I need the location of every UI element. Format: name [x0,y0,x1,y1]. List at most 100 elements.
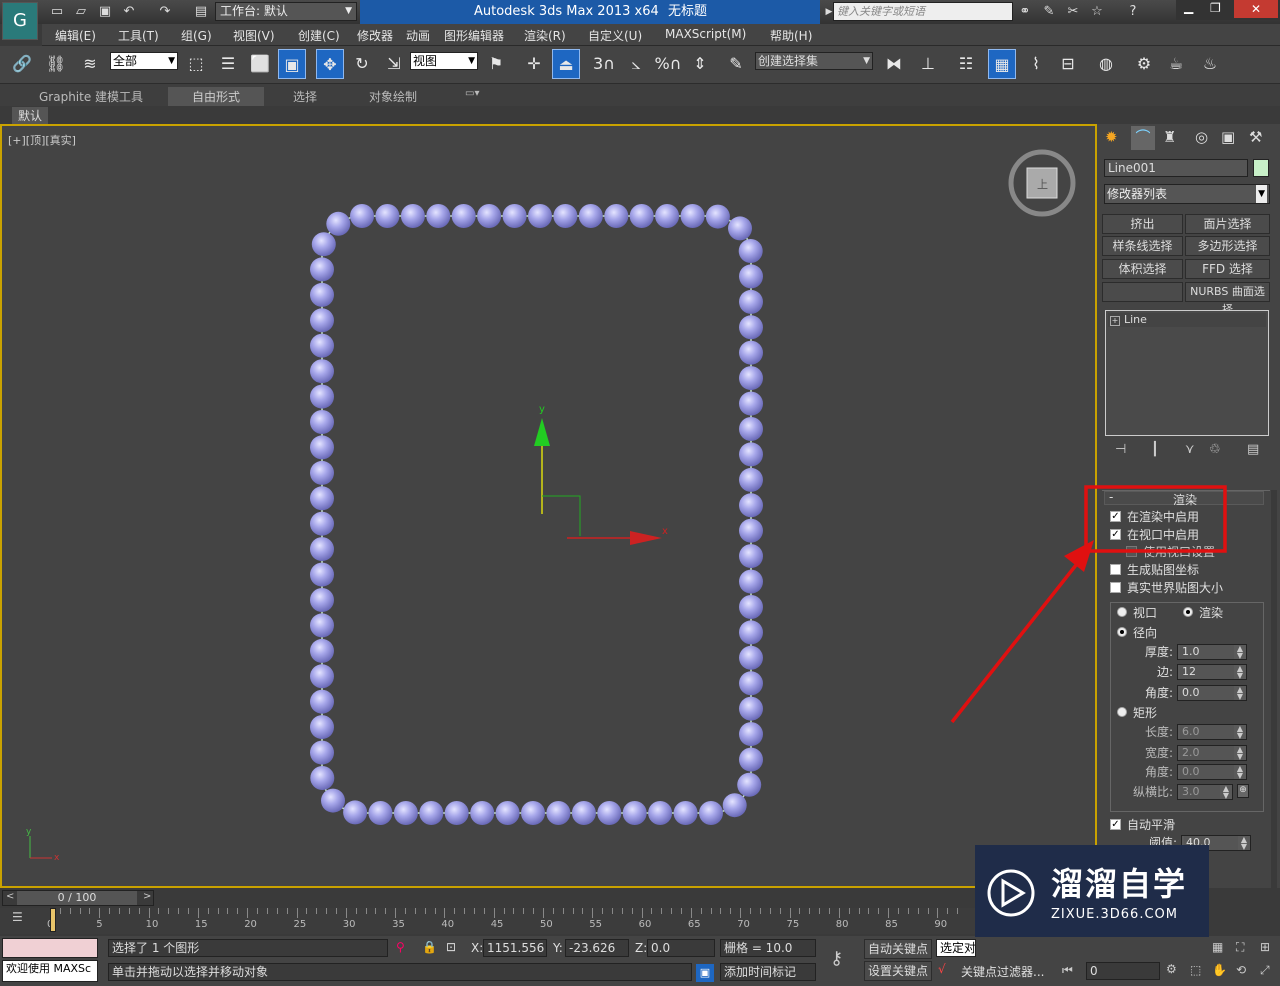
layer-manager-icon[interactable]: ☷ [952,49,980,79]
help-icon[interactable]: ? [1124,3,1142,21]
patch-select-button[interactable]: 面片选择 [1185,214,1270,234]
spinner-arrows-icon[interactable]: ▲ ▼ [1235,686,1245,701]
y-coord-field[interactable]: -23.626 [565,939,629,957]
length-value[interactable]: 6.0 [1180,725,1234,739]
current-frame-field[interactable]: 0 [1086,962,1160,980]
time-cursor[interactable] [50,908,56,932]
radio-viewport[interactable] [1117,607,1127,617]
spinner-arrows-icon[interactable]: ▲ ▼ [1235,746,1245,761]
track-bar-menu-icon[interactable]: ☰ [12,910,23,924]
menu-group[interactable]: 组(G) [181,27,212,44]
redo-icon[interactable]: ↷ [156,3,174,21]
named-selection-dropdown[interactable]: 创建选择集 ▼ [755,52,873,70]
track-bar[interactable]: ☰ 051015202530354045505560657075808590 [0,908,975,934]
pin-stack-icon[interactable]: ⊣ [1115,442,1126,457]
rendered-frame-icon[interactable]: ☕ [1162,49,1190,79]
align-icon[interactable]: ⊥ [914,49,942,79]
radio-renderer[interactable] [1183,607,1193,617]
open-file-icon[interactable]: ▱ [72,3,90,21]
width-value[interactable]: 2.0 [1180,746,1234,760]
app-logo-icon[interactable]: G [2,2,38,40]
favorites-star-icon[interactable]: ☆ [1088,3,1106,21]
subscription-icon[interactable]: ✎ [1040,3,1058,21]
manipulate-icon[interactable]: ✛ [520,49,548,79]
command-panel-scrollbar[interactable] [1271,490,1277,890]
link-icon[interactable]: 🔗 [8,49,36,79]
create-tab-icon[interactable]: ✹ [1105,128,1118,146]
percent-snap-icon[interactable]: %∩ [654,49,682,79]
pivot-center-icon[interactable]: ⚑ [482,49,510,79]
menu-graph-editors[interactable]: 图形编辑器 [444,27,504,44]
spinner-arrows-icon[interactable]: ▲ ▼ [1235,645,1245,660]
key-filter-icon[interactable]: √ [938,962,946,976]
menu-help[interactable]: 帮助(H) [770,27,812,44]
aspect-value[interactable]: 3.0 [1180,785,1220,799]
thickness-value[interactable]: 1.0 [1180,645,1234,659]
sides-spinner[interactable]: 12 ▲ ▼ [1177,664,1247,680]
top-viewport[interactable]: [+][顶][真实] y x y x 上 [0,124,1097,888]
select-object-icon[interactable]: ⬚ [182,49,210,79]
tab-object-paint[interactable]: 对象绘制 [369,88,417,105]
spinner-arrows-icon[interactable]: ▲ ▼ [1235,765,1245,780]
go-start-icon[interactable]: ⏮ [1062,963,1073,978]
zoom-icon[interactable]: ▦ [1212,940,1223,954]
material-editor-icon[interactable]: ◍ [1092,49,1120,79]
real-world-map-size-checkbox[interactable] [1110,582,1121,593]
spinner-arrows-icon[interactable]: ▲ ▼ [1235,725,1245,740]
bead-necklace[interactable] [310,204,763,825]
angle-snap-icon[interactable]: ⦣ [622,49,650,79]
expand-plus-icon[interactable]: + [1110,316,1120,326]
modifier-stack[interactable]: + Line [1105,310,1269,436]
use-viewport-settings-checkbox[interactable] [1126,546,1137,557]
undo-icon[interactable]: ↶ [120,3,138,21]
render-production-icon[interactable]: ♨ [1196,49,1224,79]
bind-spacewarp-icon[interactable]: ≋ [76,49,104,79]
angle-value[interactable]: 0.0 [1180,686,1234,700]
lock-aspect-icon[interactable]: ⊕ [1237,784,1249,798]
rollout-header[interactable]: - 渲染 [1104,490,1264,507]
menu-create[interactable]: 创建(C) [298,27,340,44]
angle2-spinner[interactable]: 0.0 ▲ ▼ [1177,764,1247,780]
pan-icon[interactable]: ✋ [1212,963,1227,977]
display-tab-icon[interactable]: ▣ [1221,128,1235,146]
keyboard-shortcut-icon[interactable]: ⏏ [552,49,580,79]
auto-smooth-checkbox[interactable]: ✓ [1110,819,1121,830]
motion-tab-icon[interactable]: ◎ [1195,128,1208,146]
enable-in-renderer-checkbox[interactable]: ✓ [1110,511,1121,522]
orbit-icon[interactable]: ⟲ [1236,963,1246,977]
absolute-mode-icon[interactable]: ⊡ [446,940,456,954]
volume-select-button[interactable]: 体积选择 [1102,259,1183,279]
menu-tools[interactable]: 工具(T) [118,27,159,44]
radio-radial[interactable] [1117,627,1127,637]
thickness-spinner[interactable]: 1.0 ▲ ▼ [1177,644,1247,660]
show-end-result-icon[interactable]: ┃ [1151,442,1159,457]
x-coord-field[interactable]: 1151.556 [483,939,547,957]
auto-key-button[interactable]: 自动关键点 [864,939,932,959]
poly-select-button[interactable]: 多边形选择 [1185,236,1270,256]
nurbs-surface-select-button[interactable]: NURBS 曲面选择 [1185,282,1270,316]
menu-animation[interactable]: 动画 [406,27,430,44]
tab-graphite[interactable]: Graphite 建模工具 [39,88,143,105]
empty-modifier-button[interactable] [1102,282,1183,302]
object-name-field[interactable]: Line001 [1104,159,1248,177]
schematic-view-icon[interactable]: ⊟ [1054,49,1082,79]
select-move-icon[interactable]: ✥ [316,49,344,79]
configure-sets-icon[interactable]: ▤ [1247,442,1259,457]
restore-button[interactable]: ❐ [1210,1,1221,15]
new-file-icon[interactable]: ▭ [48,3,66,21]
field-of-view-icon[interactable]: ⬚ [1190,963,1201,977]
spinner-arrows-icon[interactable]: ▲ ▼ [1221,785,1231,800]
sides-value[interactable]: 12 [1180,665,1234,679]
remove-modifier-icon[interactable]: ♲ [1209,442,1221,457]
menu-customize[interactable]: 自定义(U) [588,27,642,44]
window-crossing-icon[interactable]: ▣ [278,49,306,79]
selected-object-dropdown[interactable]: 选定对 [936,939,976,957]
reference-coord-dropdown[interactable]: 视图 ▼ [410,52,478,70]
zoom-extents-icon[interactable]: ⊞ [1260,940,1270,954]
modifier-list-dropdown[interactable]: 修改器列表 ▼ [1104,184,1270,204]
set-key-button[interactable]: 设置关键点 [864,961,932,981]
utilities-tab-icon[interactable]: ⚒ [1249,128,1262,146]
extrude-button[interactable]: 挤出 [1102,214,1183,234]
add-time-tag[interactable]: 添加时间标记 [720,963,816,981]
minimize-button[interactable]: ▁ [1184,0,1193,14]
